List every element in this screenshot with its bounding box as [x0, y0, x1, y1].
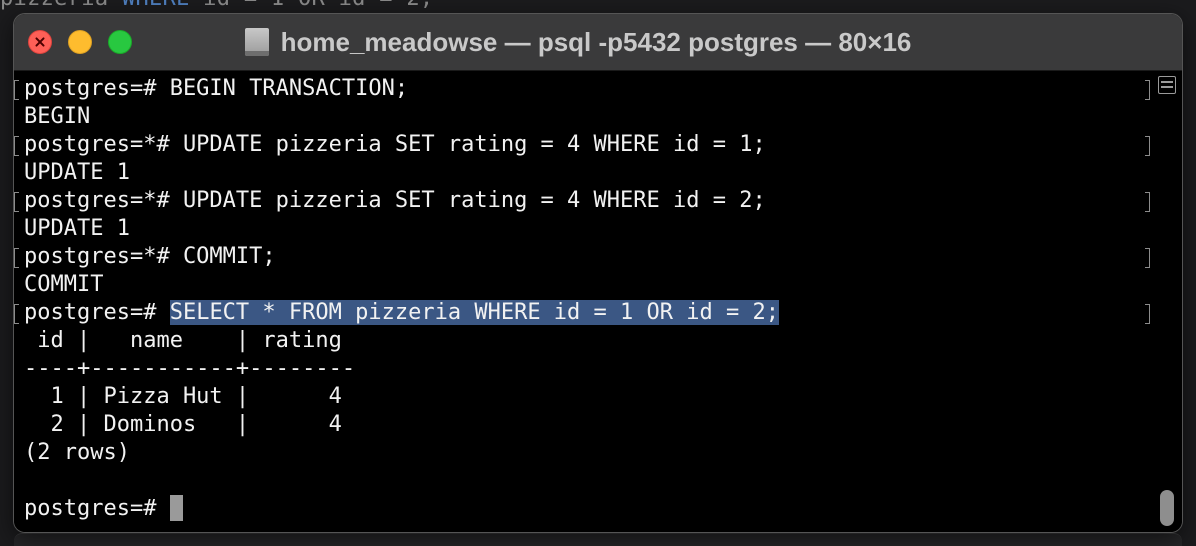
- result-footer: (2 rows): [24, 440, 130, 465]
- result-row: 1 | Pizza Hut | 4: [24, 384, 342, 409]
- command-mark-right: [1145, 304, 1150, 324]
- result-separator: ----+-----------+--------: [24, 356, 356, 381]
- terminal-line: UPDATE 1: [24, 216, 130, 241]
- command-mark-right: [1145, 80, 1150, 100]
- command-mark-right: [1145, 136, 1150, 156]
- terminal-line: postgres=# BEGIN TRANSACTION;: [24, 76, 409, 101]
- window-title: home_meadowse — psql -p5432 postgres — 8…: [280, 26, 912, 57]
- terminal-line: UPDATE 1: [24, 160, 130, 185]
- vertical-scrollbar[interactable]: [1160, 490, 1174, 526]
- terminal-line-with-selection: postgres=# SELECT * FROM pizzeria WHERE …: [24, 299, 779, 327]
- terminal-line: BEGIN: [24, 104, 91, 129]
- marks-menu-icon[interactable]: [1158, 76, 1176, 94]
- terminal-window: home_meadowse — psql -p5432 postgres — 8…: [14, 14, 1182, 532]
- result-row: 2 | Dominos | 4: [24, 412, 342, 437]
- background-window-text: pizzeria WHERE id = 1 OR id = 2;: [0, 0, 433, 11]
- prompt: postgres=#: [24, 300, 170, 325]
- terminal-line: COMMIT: [24, 272, 104, 297]
- text-cursor: [169, 495, 183, 521]
- command-mark-left: [14, 248, 19, 268]
- command-mark-left: [14, 304, 19, 324]
- terminal-prompt-line[interactable]: postgres=#: [24, 495, 183, 523]
- terminal-line: postgres=*# UPDATE pizzeria SET rating =…: [24, 188, 766, 213]
- window-title-group: home_meadowse — psql -p5432 postgres — 8…: [14, 14, 1182, 70]
- command-mark-right: [1145, 248, 1150, 268]
- title-bar[interactable]: home_meadowse — psql -p5432 postgres — 8…: [14, 14, 1182, 71]
- command-mark-left: [14, 192, 19, 212]
- background-window-edge: [14, 533, 1182, 546]
- command-mark-left: [14, 80, 19, 100]
- command-mark-right: [1145, 192, 1150, 212]
- terminal-line: postgres=*# COMMIT;: [24, 244, 276, 269]
- selected-command-text[interactable]: SELECT * FROM pizzeria WHERE id = 1 OR i…: [169, 300, 779, 325]
- terminal-line: postgres=*# UPDATE pizzeria SET rating =…: [24, 132, 766, 157]
- result-header: id | name | rating: [24, 328, 356, 353]
- command-mark-left: [14, 136, 19, 156]
- drive-icon: [244, 28, 269, 56]
- prompt: postgres=#: [24, 496, 170, 521]
- terminal-content[interactable]: postgres=# BEGIN TRANSACTION; BEGIN post…: [14, 71, 1182, 532]
